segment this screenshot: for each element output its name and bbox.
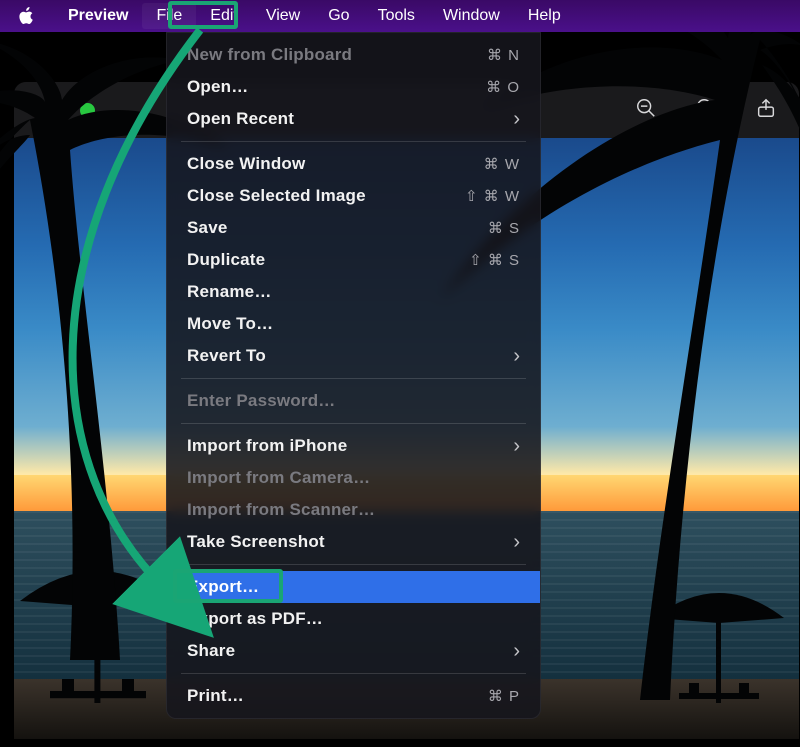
menu-item-label: Enter Password… <box>187 391 336 411</box>
menu-item-share[interactable]: Share › <box>167 635 540 667</box>
menu-item-export-as-pdf[interactable]: Export as PDF… <box>167 603 540 635</box>
menu-item-new-from-clipboard: New from Clipboard ⌘ N <box>167 39 540 71</box>
menu-item-close-selected-image[interactable]: Close Selected Image ⇧ ⌘ W <box>167 180 540 212</box>
menu-item-take-screenshot[interactable]: Take Screenshot › <box>167 526 540 558</box>
menu-item-close-window[interactable]: Close Window ⌘ W <box>167 148 540 180</box>
menu-item-label: Share <box>187 641 235 661</box>
menu-item-label: Close Window <box>187 154 305 174</box>
menu-item-label: Take Screenshot <box>187 532 325 552</box>
menu-item-label: Save <box>187 218 228 238</box>
chevron-right-icon: › <box>513 531 520 554</box>
menu-item-enter-password: Enter Password… <box>167 385 540 417</box>
menu-item-label: Rename… <box>187 282 272 302</box>
menu-item-label: Export as PDF… <box>187 609 323 629</box>
menu-view[interactable]: View <box>252 3 314 29</box>
menu-tools[interactable]: Tools <box>364 3 429 29</box>
menubar: Preview File Edit View Go Tools Window H… <box>0 0 800 32</box>
apple-menu-icon[interactable] <box>18 7 40 25</box>
menu-item-shortcut: ⌘ S <box>488 219 520 237</box>
menu-window[interactable]: Window <box>429 3 514 29</box>
menu-separator <box>181 378 526 379</box>
menu-item-shortcut: ⇧ ⌘ S <box>469 251 520 269</box>
menu-item-label: Revert To <box>187 346 266 366</box>
menu-item-label: Open Recent <box>187 109 294 129</box>
menu-item-label: Open… <box>187 77 248 97</box>
menu-item-label: Print… <box>187 686 244 706</box>
menu-help[interactable]: Help <box>514 3 575 29</box>
menu-item-shortcut: ⌘ N <box>487 46 520 64</box>
menu-item-revert-to[interactable]: Revert To › <box>167 340 540 372</box>
chevron-right-icon: › <box>513 435 520 458</box>
menu-item-import-from-iphone[interactable]: Import from iPhone › <box>167 430 540 462</box>
chevron-right-icon: › <box>513 640 520 663</box>
menu-item-print[interactable]: Print… ⌘ P <box>167 680 540 712</box>
menu-item-shortcut: ⇧ ⌘ W <box>465 187 520 205</box>
menu-item-shortcut: ⌘ O <box>486 78 520 96</box>
menu-item-label: Export… <box>187 577 259 597</box>
menu-item-move-to[interactable]: Move To… <box>167 308 540 340</box>
menu-item-label: New from Clipboard <box>187 45 352 65</box>
menu-separator <box>181 141 526 142</box>
menu-item-label: Close Selected Image <box>187 186 366 206</box>
file-dropdown-menu: New from Clipboard ⌘ N Open… ⌘ O Open Recent… <box>166 32 541 719</box>
menu-item-label: Import from Scanner… <box>187 500 375 520</box>
menu-item-label: Import from iPhone <box>187 436 347 456</box>
menu-separator <box>181 423 526 424</box>
menu-item-import-from-scanner: Import from Scanner… <box>167 494 540 526</box>
chevron-right-icon: › <box>513 345 520 368</box>
menu-go[interactable]: Go <box>314 3 363 29</box>
menu-item-save[interactable]: Save ⌘ S <box>167 212 540 244</box>
menu-item-shortcut: ⌘ P <box>488 687 520 705</box>
menu-separator <box>181 673 526 674</box>
menu-separator <box>181 564 526 565</box>
menu-item-import-from-camera: Import from Camera… <box>167 462 540 494</box>
menu-item-export[interactable]: Export… <box>167 571 540 603</box>
menu-item-open-recent[interactable]: Open Recent › <box>167 103 540 135</box>
menu-item-shortcut: ⌘ W <box>484 155 520 173</box>
menu-item-open[interactable]: Open… ⌘ O <box>167 71 540 103</box>
menu-item-duplicate[interactable]: Duplicate ⇧ ⌘ S <box>167 244 540 276</box>
menu-file[interactable]: File <box>142 3 196 29</box>
menu-edit[interactable]: Edit <box>196 3 252 29</box>
menu-item-label: Duplicate <box>187 250 265 270</box>
chevron-right-icon: › <box>513 108 520 131</box>
app-name[interactable]: Preview <box>54 3 142 29</box>
menu-item-label: Move To… <box>187 314 273 334</box>
menu-item-rename[interactable]: Rename… <box>167 276 540 308</box>
menu-item-label: Import from Camera… <box>187 468 370 488</box>
